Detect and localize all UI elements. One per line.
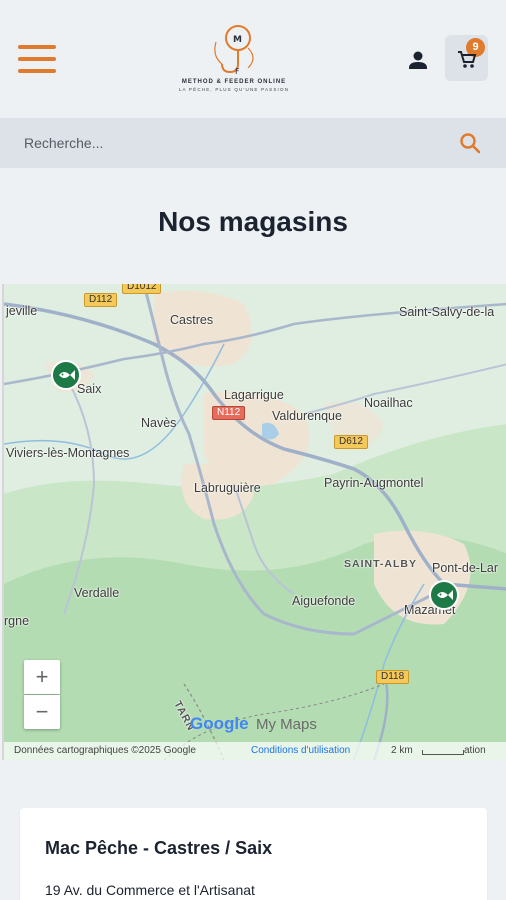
svg-text:M: M: [233, 35, 242, 45]
account-button[interactable]: [404, 47, 432, 75]
user-icon: [409, 51, 427, 69]
fish-icon: [437, 590, 453, 600]
map-scale-bar: [422, 750, 464, 755]
map-label-naves: Navès: [141, 416, 177, 430]
map-label-verdalle: Verdalle: [74, 586, 120, 600]
store-address: 19 Av. du Commerce et l'Artisanat: [45, 882, 255, 898]
map-label-castres: Castres: [170, 313, 214, 327]
road-d612: D612: [334, 435, 368, 449]
cart-button[interactable]: 9: [445, 35, 488, 81]
map-label-payrin: Payrin-Augmontel: [324, 476, 424, 490]
map-label-aiguefonde: Aiguefonde: [292, 594, 356, 608]
store-marker-saix[interactable]: [51, 360, 81, 390]
map-attribution-tail: ation: [464, 745, 486, 756]
map-label-noailhac: Noailhac: [364, 396, 413, 410]
brand-name: METHOD & FEEDER ONLINE: [181, 79, 287, 85]
store-name: Mac Pêche - Castres / Saix: [45, 838, 273, 858]
mymaps-label: My Maps: [256, 716, 317, 733]
page-title: Nos magasins: [158, 206, 348, 237]
road-d118: D118: [376, 670, 410, 684]
store-card[interactable]: Mac Pêche - Castres / Saix 19 Av. du Com…: [20, 808, 487, 900]
map-scale-label: 2 km: [391, 745, 413, 756]
map-label-geville: jeville: [6, 304, 38, 318]
store-marker-mazamet[interactable]: [429, 580, 459, 610]
search-icon[interactable]: [458, 131, 482, 155]
map-label-labruguiere: Labruguière: [194, 481, 261, 495]
cart-icon: [458, 51, 477, 68]
zoom-out-button[interactable]: −: [24, 695, 60, 729]
header: M F METHOD & FEEDER ONLINE LA PÊCHE, PLU…: [0, 0, 506, 118]
store-map[interactable]: jeville Castres Saint-Salvy-de-la Saix L…: [2, 284, 506, 760]
search-bar: [0, 118, 506, 168]
road-n112: N112: [212, 406, 246, 420]
map-data-credit: Données cartographiques ©2025 Google: [14, 745, 196, 756]
logo[interactable]: M F METHOD & FEEDER ONLINE LA PÊCHE, PLU…: [168, 20, 300, 96]
search-input[interactable]: [24, 128, 434, 158]
zoom-in-button[interactable]: +: [24, 660, 60, 694]
menu-icon[interactable]: [18, 43, 56, 75]
map-label-lagarrigue: Lagarrigue: [224, 388, 284, 402]
logo-hook-icon: M F: [214, 25, 254, 76]
map-label-pont-de-larn: Pont-de-Lar: [432, 561, 499, 575]
map-attribution: Données cartographiques ©2025 Google Con…: [4, 742, 506, 760]
map-label-saint-salvy: Saint-Salvy-de-la: [399, 305, 495, 319]
road-d112: D112: [84, 293, 118, 307]
map-terrain: [4, 284, 506, 760]
road-d1012: D1012: [122, 284, 162, 294]
map-label-saix: Saix: [77, 382, 102, 396]
brand-tagline: LA PÊCHE, PLUS QU'UNE PASSION: [178, 87, 290, 92]
terms-link[interactable]: Conditions d'utilisation: [251, 745, 350, 756]
map-label-valdurenque: Valdurenque: [272, 409, 342, 423]
google-logo: Google: [190, 714, 249, 733]
map-label-saint-alby: SAINT-ALBY: [344, 558, 417, 570]
map-label-rgne: rgne: [4, 614, 30, 628]
fish-icon: [59, 370, 75, 380]
map-label-viviers: Viviers-lès-Montagnes: [6, 446, 130, 460]
svg-text:F: F: [235, 67, 240, 76]
